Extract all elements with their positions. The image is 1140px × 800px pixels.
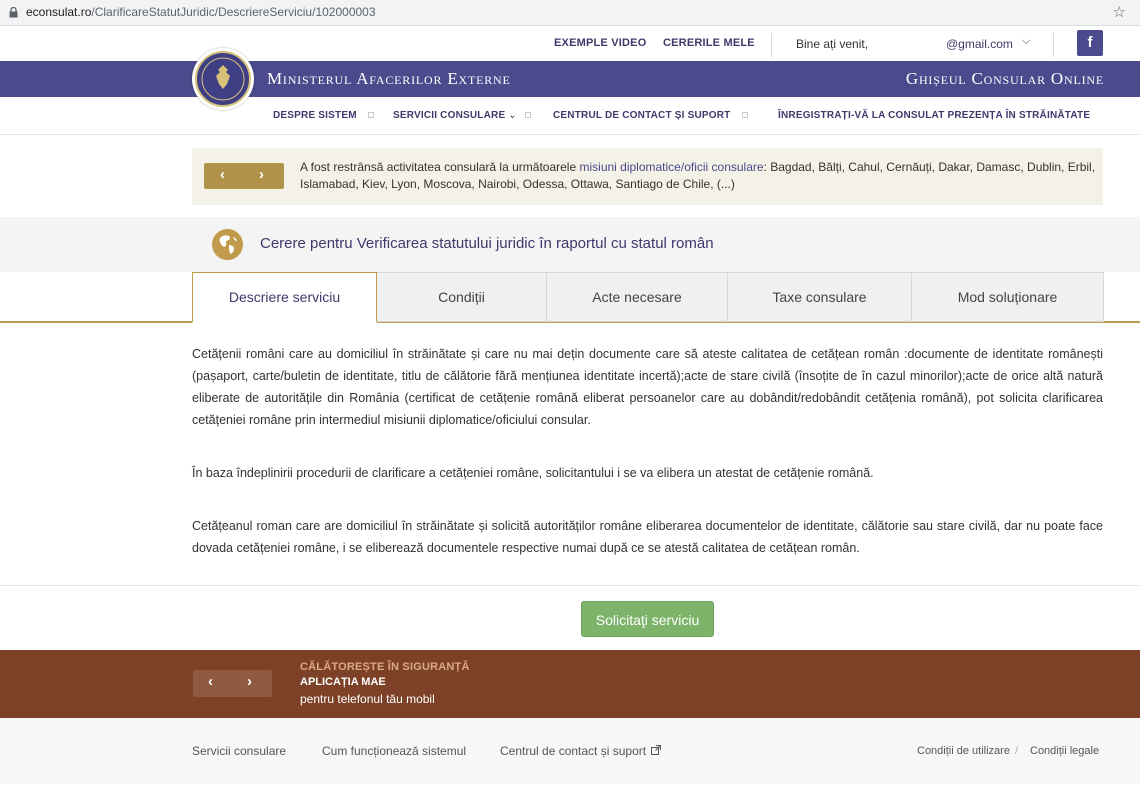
solicitati-serviciu-button[interactable]: Solicitaţi serviciu — [581, 601, 714, 637]
facebook-icon[interactable]: f — [1077, 30, 1103, 56]
chevron-down-icon[interactable]: ⌵ — [1022, 35, 1030, 48]
cererile-mele-link[interactable]: CERERILE MELE — [663, 37, 755, 49]
divider — [0, 585, 1140, 586]
tab-descriere-serviciu[interactable]: Descriere serviciu — [192, 272, 377, 323]
page-title: Cerere pentru Verificarea statutului jur… — [260, 235, 714, 252]
chevron-right-icon[interactable]: › — [247, 673, 252, 690]
footer-link-label: Centrul de contact și suport — [500, 744, 647, 758]
notice-carousel-controls: ‹ › — [204, 163, 284, 189]
divider — [1053, 33, 1054, 57]
service-tabs: Descriere serviciu Condiții Acte necesar… — [0, 272, 1140, 323]
header-banner: Ministerul Afacerilor Externe Ghișeul Co… — [0, 61, 1140, 97]
service-description: Cetățenii români care au domiciliul în s… — [192, 343, 1103, 590]
description-paragraph: Cetățeanul roman care are domiciliul în … — [192, 519, 1103, 555]
browser-address-bar[interactable]: econsulat.ro/ClarificareStatutJuridic/De… — [0, 0, 1140, 26]
divider — [771, 33, 772, 57]
welcome-text: Bine ați venit, — [796, 37, 869, 51]
globe-icon — [212, 229, 243, 260]
promo-carousel-controls: ‹ › — [193, 670, 272, 697]
nav-item-servicii-consulare[interactable]: SERVICII CONSULARE ⌄ — [393, 110, 517, 121]
footer-separator: / — [1015, 745, 1019, 757]
top-utility-bar: EXEMPLE VIDEO CERERILE MELE Bine ați ven… — [0, 26, 1140, 61]
exemple-video-link[interactable]: EXEMPLE VIDEO — [554, 37, 646, 49]
chevron-left-icon[interactable]: ‹ — [220, 166, 225, 183]
restriction-notice: ‹ › A fost restrânsă activitatea consula… — [192, 148, 1103, 205]
nav-separator — [368, 112, 374, 118]
url-text[interactable]: econsulat.ro/ClarificareStatutJuridic/De… — [26, 5, 376, 19]
footer-link-conditii-legale[interactable]: Condiții legale — [1030, 745, 1099, 757]
service-title-band: Cerere pentru Verificarea statutului jur… — [0, 217, 1140, 272]
bookmark-star-icon[interactable]: ☆ — [1113, 3, 1126, 21]
notice-prefix: A fost restrânsă activitatea consulară l… — [300, 160, 580, 174]
main-navigation: DESPRE SISTEM SERVICII CONSULARE ⌄ CENTR… — [0, 97, 1140, 135]
nav-item-contact[interactable]: CENTRUL DE CONTACT ȘI SUPORT — [553, 110, 730, 121]
footer-link-contact[interactable]: Centrul de contact și suport — [500, 744, 662, 758]
user-email[interactable]: @gmail.com — [946, 37, 1013, 51]
nav-separator — [525, 112, 531, 118]
url-path: /ClarificareStatutJuridic/DescriereServi… — [91, 5, 376, 19]
tab-mod-solutionare[interactable]: Mod soluționare — [911, 272, 1104, 322]
nav-item-inregistrati[interactable]: ÎNREGISTRAȚI-VĂ LA CONSULAT PREZENȚA ÎN … — [778, 110, 1090, 121]
nav-item-despre-sistem[interactable]: DESPRE SISTEM — [273, 110, 357, 121]
footer-link-servicii[interactable]: Servicii consulare — [192, 744, 286, 758]
seal-inner — [195, 51, 251, 107]
promo-heading: CĂLĂTOREȘTE ÎN SIGURANȚĂ — [300, 661, 470, 673]
mobile-app-promo: ‹ › CĂLĂTOREȘTE ÎN SIGURANȚĂ APLICAȚIA M… — [0, 650, 1140, 718]
description-paragraph: Cetățenii români care au domiciliul în s… — [192, 347, 1103, 427]
nav-separator — [742, 112, 748, 118]
misiuni-link[interactable]: misiuni diplomatice/oficii consulare — [579, 160, 763, 174]
tab-taxe-consulare[interactable]: Taxe consulare — [727, 272, 912, 322]
government-seal-logo[interactable] — [192, 48, 254, 110]
notice-text: A fost restrânsă activitatea consulară l… — [300, 159, 1098, 193]
promo-subtitle: pentru telefonul tău mobil — [300, 692, 435, 706]
chevron-right-icon[interactable]: › — [259, 166, 264, 183]
portal-title: Ghișeul Consular Online — [905, 69, 1104, 88]
nav-item-label: SERVICII CONSULARE — [393, 110, 506, 121]
ministry-title[interactable]: Ministerul Afacerilor Externe — [267, 69, 511, 89]
tab-conditii[interactable]: Condiții — [376, 272, 547, 322]
coat-of-arms-icon — [201, 57, 245, 101]
footer-link-cum-functioneaza[interactable]: Cum funcționează sistemul — [322, 744, 466, 758]
chevron-left-icon[interactable]: ‹ — [208, 673, 213, 690]
tab-acte-necesare[interactable]: Acte necesare — [546, 272, 728, 322]
footer-link-conditii-utilizare[interactable]: Condiții de utilizare — [917, 745, 1010, 757]
url-host: econsulat.ro — [26, 5, 92, 19]
description-paragraph: În baza îndeplinirii procedurii de clari… — [192, 466, 874, 480]
promo-app-name[interactable]: APLICAȚIA MAE — [300, 676, 386, 688]
chevron-down-icon: ⌄ — [505, 110, 517, 121]
external-link-icon — [651, 745, 662, 755]
lock-icon — [9, 7, 18, 18]
footer: Servicii consulare Cum funcționează sist… — [0, 718, 1140, 784]
